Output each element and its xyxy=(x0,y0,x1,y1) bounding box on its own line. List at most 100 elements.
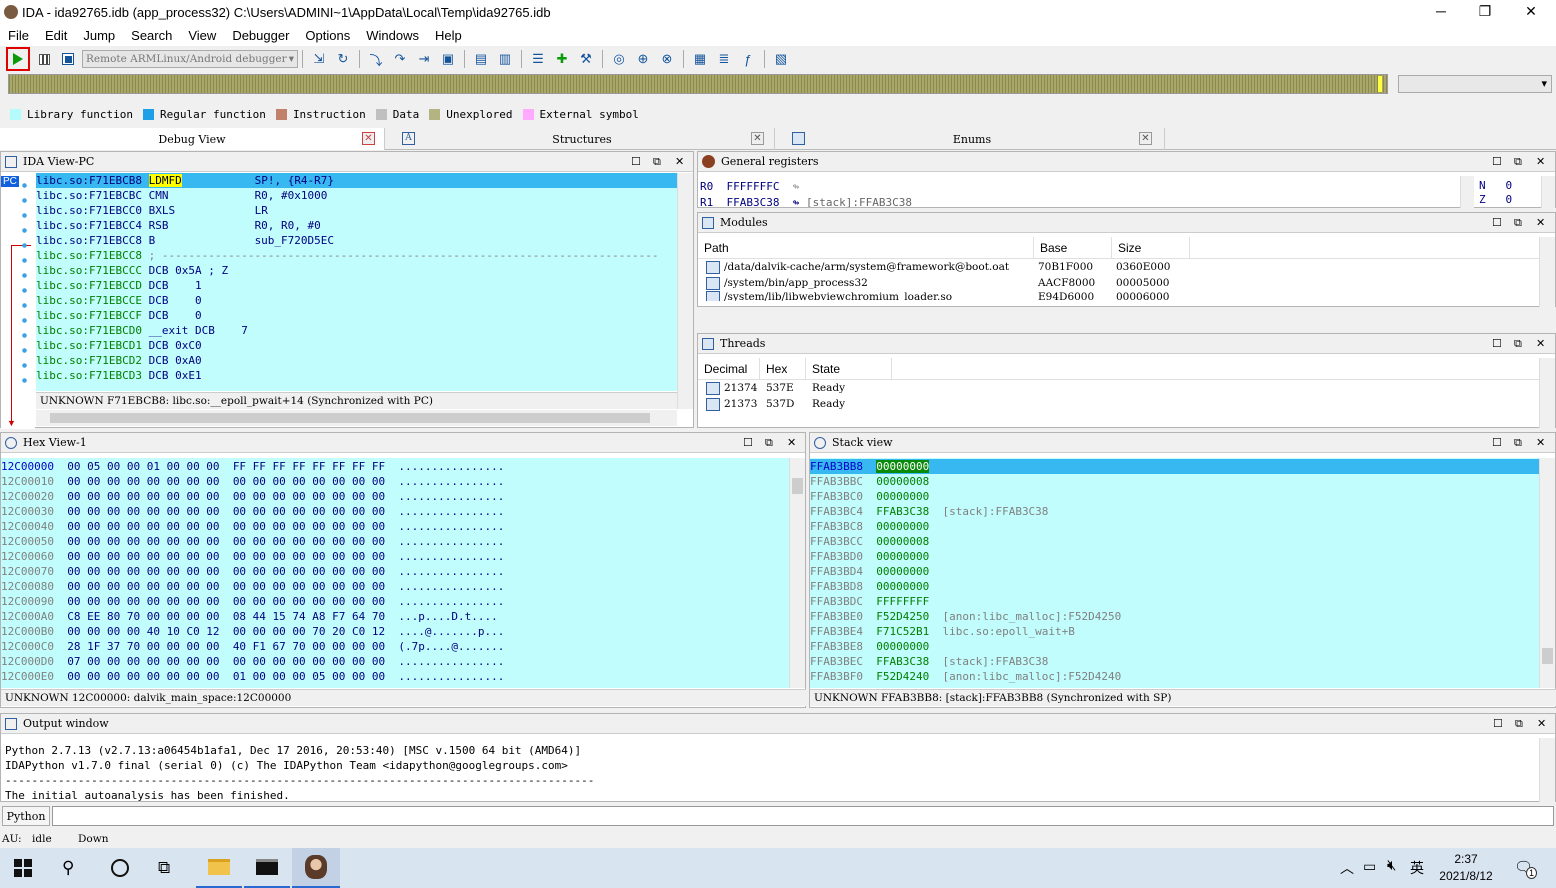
thread-row[interactable]: 21373 537D Ready xyxy=(698,396,1555,412)
start-process-button[interactable] xyxy=(6,47,30,71)
stack-row[interactable]: FFAB3BC8 00000000 xyxy=(810,519,1539,534)
minimize-panel-icon[interactable]: ☐ xyxy=(743,436,753,449)
taskbar-file-explorer[interactable] xyxy=(196,848,242,888)
stack-row[interactable]: FFAB3BEC FFAB3C38 [stack]:FFAB3C38 xyxy=(810,654,1539,669)
tools-icon[interactable]: ⚒ xyxy=(576,49,596,69)
hex-row[interactable]: 12C000A0 C8 EE 80 70 00 00 00 00 08 44 1… xyxy=(1,609,789,624)
code-line[interactable]: libc.so:F71EBCBC CMN R0, #0x1000 xyxy=(36,188,677,203)
register-row[interactable]: R0 FFFFFFFC ↬ xyxy=(700,180,799,193)
horizontal-scrollbar[interactable] xyxy=(36,410,677,426)
step-into-icon[interactable]: ⤵ xyxy=(366,49,386,69)
add-watch-icon[interactable]: ⊕ xyxy=(633,49,653,69)
clock[interactable]: 2:37 2021/8/12 xyxy=(1430,851,1502,885)
vertical-scrollbar[interactable] xyxy=(1539,358,1555,428)
breakpoint-list-icon[interactable]: ☰ xyxy=(528,49,548,69)
tab-enums[interactable]: Enums ✕ xyxy=(780,128,1165,150)
navigation-band[interactable] xyxy=(8,74,1388,94)
menu-options[interactable]: Options xyxy=(297,28,358,43)
close-panel-icon[interactable]: ✕ xyxy=(675,155,684,168)
disassembly-listing[interactable]: libc.so:F71EBCB8 LDMFD SP!, {R4-R7} libc… xyxy=(36,173,677,391)
column-header-state[interactable]: State xyxy=(806,358,892,379)
hex-row[interactable]: 12C00000 00 05 00 00 01 00 00 00 FF FF F… xyxy=(1,459,789,474)
minimize-button[interactable]: ─ xyxy=(1418,0,1464,24)
hex-row[interactable]: 12C00060 00 00 00 00 00 00 00 00 00 00 0… xyxy=(1,549,789,564)
trace-icon[interactable]: ▦ xyxy=(690,49,710,69)
menu-file[interactable]: File xyxy=(0,28,37,43)
code-line[interactable]: libc.so:F71EBCCE DCB 0 xyxy=(36,293,677,308)
minimize-panel-icon[interactable]: ☐ xyxy=(1492,216,1502,229)
delete-watch-icon[interactable]: ⊗ xyxy=(657,49,677,69)
column-header-decimal[interactable]: Decimal xyxy=(698,358,760,379)
close-icon[interactable]: ✕ xyxy=(751,132,764,145)
window-icon[interactable]: ▤ xyxy=(471,49,491,69)
menu-debugger[interactable]: Debugger xyxy=(224,28,297,43)
attach-icon[interactable]: ⇲ xyxy=(309,49,329,69)
module-row[interactable]: /data/dalvik-cache/arm/system@framework@… xyxy=(698,259,1555,275)
script-language-button[interactable]: Python xyxy=(2,806,50,826)
vertical-scrollbar[interactable] xyxy=(1460,176,1474,208)
stack-row[interactable]: FFAB3BE0 F52D4250 [anon:libc_malloc]:F52… xyxy=(810,609,1539,624)
code-line[interactable]: libc.so:F71EBCD2 DCB 0xA0 xyxy=(36,353,677,368)
network-icon[interactable]: ▭ xyxy=(1363,858,1376,875)
nav-band-select[interactable]: ▾ xyxy=(1398,75,1552,93)
float-panel-icon[interactable]: ⧉ xyxy=(1515,717,1523,731)
stack-row[interactable]: FFAB3BC4 FFAB3C38 [stack]:FFAB3C38 xyxy=(810,504,1539,519)
close-panel-icon[interactable]: ✕ xyxy=(1537,717,1546,730)
hex-row[interactable]: 12C000E0 00 00 00 00 00 00 00 00 01 00 0… xyxy=(1,669,789,684)
stack-row[interactable]: FFAB3BC0 00000000 xyxy=(810,489,1539,504)
cortana-icon[interactable] xyxy=(111,859,129,877)
step-over-icon[interactable]: ↷ xyxy=(390,49,410,69)
hex-row[interactable]: 12C00010 00 00 00 00 00 00 00 00 00 00 0… xyxy=(1,474,789,489)
hex-row[interactable]: 12C000D0 07 00 00 00 00 00 00 00 00 00 0… xyxy=(1,654,789,669)
tab-debug-view[interactable]: Debug View ✕ xyxy=(0,128,385,150)
code-line[interactable]: libc.so:F71EBCD1 DCB 0xC0 xyxy=(36,338,677,353)
code-line-current[interactable]: libc.so:F71EBCB8 LDMFD SP!, {R4-R7} xyxy=(36,173,677,188)
stack-row[interactable]: FFAB3BE4 F71C52B1 libc.so:epoll_wait+B xyxy=(810,624,1539,639)
maximize-button[interactable]: ❐ xyxy=(1462,0,1508,24)
task-view-icon[interactable]: ⧉ xyxy=(158,858,170,878)
close-button[interactable]: ✕ xyxy=(1508,0,1554,24)
watch-icon[interactable]: ◎ xyxy=(609,49,629,69)
chevron-up-icon[interactable]: ︿ xyxy=(1340,858,1354,878)
hex-row[interactable]: 12C000C0 28 1F 37 70 00 00 00 00 40 F1 6… xyxy=(1,639,789,654)
tracing-window-icon[interactable]: ▧ xyxy=(771,49,791,69)
add-breakpoint-icon[interactable]: ✚ xyxy=(552,49,572,69)
hex-row[interactable]: 12C00020 00 00 00 00 00 00 00 00 00 00 0… xyxy=(1,489,789,504)
close-panel-icon[interactable]: ✕ xyxy=(1536,436,1545,449)
windows-start-icon[interactable] xyxy=(14,859,32,877)
close-icon[interactable]: ✕ xyxy=(1139,132,1152,145)
stack-row[interactable]: FFAB3BF0 F52D4240 [anon:libc_malloc]:F52… xyxy=(810,669,1539,684)
menu-view[interactable]: View xyxy=(180,28,224,43)
volume-icon[interactable]: 🔇︎ xyxy=(1387,857,1396,874)
flag-row[interactable]: Z 0 xyxy=(1479,193,1512,207)
search-icon[interactable]: ⚲ xyxy=(62,858,82,878)
output-text[interactable]: Python 2.7.13 (v2.7.13:a06454b1afa1, Dec… xyxy=(5,743,1535,803)
ime-indicator[interactable]: 英 xyxy=(1410,858,1424,878)
float-panel-icon[interactable]: ⧉ xyxy=(653,155,661,169)
command-input[interactable] xyxy=(52,806,1554,826)
float-panel-icon[interactable]: ⧉ xyxy=(1514,436,1522,450)
hex-row[interactable]: 12C00040 00 00 00 00 00 00 00 00 00 00 0… xyxy=(1,519,789,534)
stack-row[interactable]: FFAB3BDC FFFFFFFF xyxy=(810,594,1539,609)
vertical-scrollbar[interactable] xyxy=(1541,176,1555,208)
vertical-scrollbar[interactable] xyxy=(1539,738,1555,802)
minimize-panel-icon[interactable]: ☐ xyxy=(1493,717,1503,730)
stack-row[interactable]: FFAB3BB8 00000000 xyxy=(810,459,1539,474)
function-trace-icon[interactable]: ƒ xyxy=(738,49,758,69)
stack-row[interactable]: FFAB3BD0 00000000 xyxy=(810,549,1539,564)
close-panel-icon[interactable]: ✕ xyxy=(787,436,796,449)
minimize-panel-icon[interactable]: ☐ xyxy=(1492,436,1502,449)
menu-edit[interactable]: Edit xyxy=(37,28,75,43)
taskbar-ida[interactable] xyxy=(292,848,340,888)
windows-icon[interactable]: ▥ xyxy=(495,49,515,69)
notification-icon[interactable]: 🗨︎ 1 xyxy=(1514,858,1538,879)
menu-jump[interactable]: Jump xyxy=(75,28,123,43)
stack-row[interactable]: FFAB3BBC 00000008 xyxy=(810,474,1539,489)
code-line[interactable]: libc.so:F71EBCC8 B sub_F720D5EC xyxy=(36,233,677,248)
column-header-path[interactable]: Path xyxy=(698,237,1034,258)
step-until-return-icon[interactable]: ▣ xyxy=(438,49,458,69)
stack-row[interactable]: FFAB3BD4 00000000 xyxy=(810,564,1539,579)
minimize-panel-icon[interactable]: ☐ xyxy=(631,155,641,168)
code-line[interactable]: libc.so:F71EBCD3 DCB 0xE1 xyxy=(36,368,677,383)
debugger-select[interactable]: Remote ARMLinux/Android debugger ▾ xyxy=(82,50,298,68)
